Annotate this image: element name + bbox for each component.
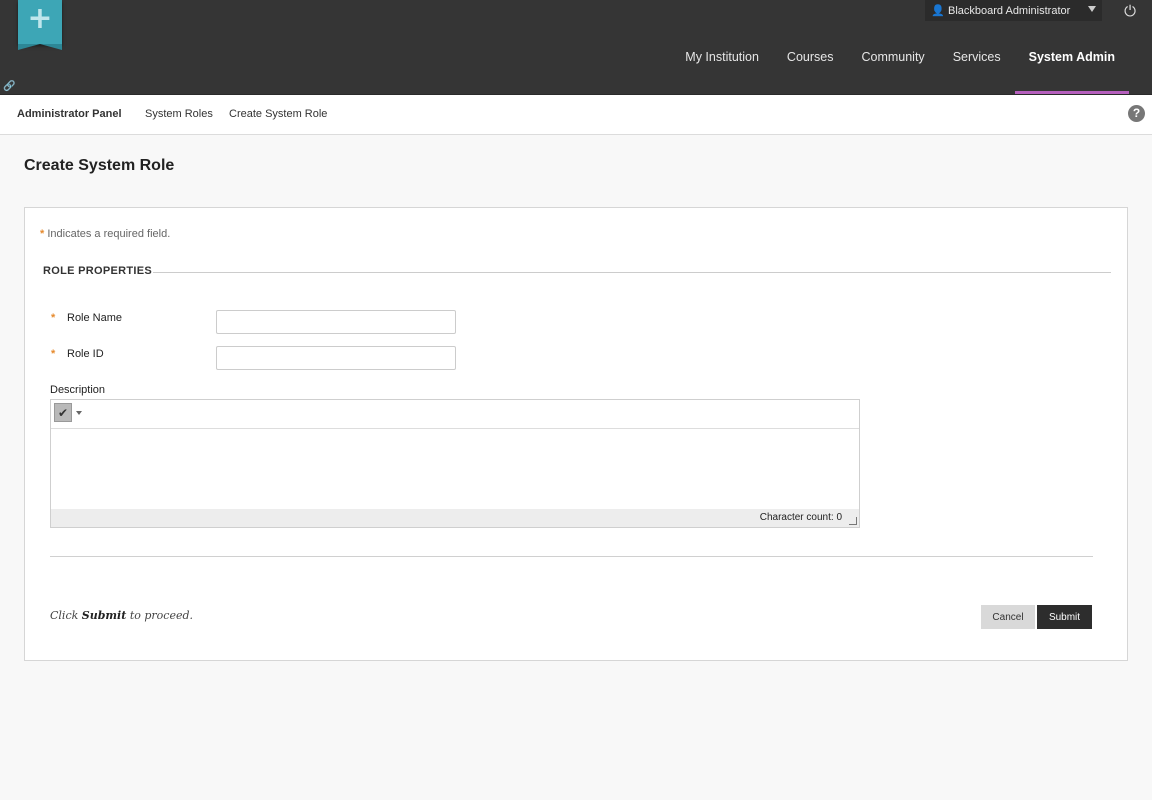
required-star-icon: * (51, 348, 56, 360)
create-role-form: * Indicates a required field. ROLE PROPE… (24, 207, 1128, 661)
form-divider (50, 556, 1093, 557)
role-id-label-text: Role ID (67, 348, 104, 360)
add-tool-tab[interactable]: + (18, 0, 62, 50)
section-title: ROLE PROPERTIES (43, 265, 153, 277)
character-count: Character count: 0 (759, 512, 842, 523)
section-divider (153, 272, 1111, 273)
required-note-text: Indicates a required field. (47, 228, 171, 240)
user-icon: 👤 (931, 3, 945, 17)
description-textarea[interactable] (51, 429, 859, 509)
user-name: Blackboard Administrator (948, 4, 1071, 17)
top-header: + 👤 Blackboard Administrator ⏻ My Instit… (0, 0, 1152, 95)
cancel-button[interactable]: Cancel (981, 605, 1035, 629)
proceed-instruction: Click Submit to proceed. (50, 609, 193, 622)
submit-button[interactable]: Submit (1037, 605, 1092, 629)
required-note: * Indicates a required field. (40, 228, 170, 240)
spellcheck-icon[interactable]: ✔ (54, 403, 72, 422)
link-icon[interactable]: 🔗 (3, 80, 16, 93)
breadcrumb: Administrator Panel System Roles Create … (0, 95, 1152, 135)
resize-handle-icon[interactable] (849, 517, 857, 525)
main-tabs: My Institution Courses Community Service… (671, 43, 1130, 95)
proceed-pre: Click (50, 609, 82, 622)
role-name-label: * Role Name (51, 312, 123, 324)
tab-services[interactable]: Services (939, 43, 1015, 72)
role-id-label: * Role ID (51, 348, 104, 360)
description-label: Description (50, 384, 106, 396)
plus-icon: + (27, 1, 53, 36)
required-star-icon: * (51, 312, 56, 324)
chevron-down-icon (1088, 6, 1096, 12)
editor-toolbar: ✔ (51, 400, 859, 429)
description-editor: ✔ Character count: 0 (50, 399, 860, 528)
proceed-post: to proceed. (126, 609, 194, 622)
breadcrumb-administrator-panel[interactable]: Administrator Panel (17, 108, 122, 120)
tab-my-institution[interactable]: My Institution (671, 43, 773, 72)
required-star-icon: * (40, 228, 45, 240)
role-name-label-text: Role Name (67, 312, 123, 324)
tab-courses[interactable]: Courses (773, 43, 848, 72)
power-icon[interactable]: ⏻ (1120, 1, 1140, 21)
breadcrumb-create-system-role: Create System Role (229, 108, 328, 120)
role-id-input[interactable] (216, 346, 456, 370)
editor-footer: Character count: 0 (51, 509, 859, 527)
user-menu[interactable]: 👤 Blackboard Administrator (925, 0, 1102, 21)
proceed-bold: Submit (81, 609, 127, 622)
tab-system-admin[interactable]: System Admin (1014, 43, 1130, 94)
help-icon[interactable]: ? (1128, 105, 1145, 122)
role-name-input[interactable] (216, 310, 456, 334)
page-title: Create System Role (24, 157, 175, 174)
breadcrumb-system-roles[interactable]: System Roles (145, 108, 213, 120)
tab-community[interactable]: Community (847, 43, 938, 72)
chevron-down-icon[interactable] (76, 411, 82, 415)
